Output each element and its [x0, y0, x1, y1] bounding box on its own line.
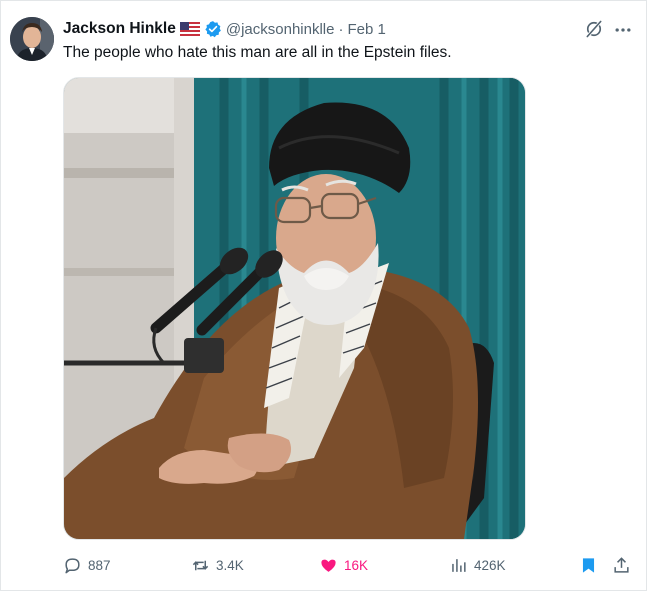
like-count: 16K: [344, 557, 369, 573]
reply-count: 887: [88, 557, 111, 573]
share-icon: [614, 556, 629, 573]
more-icon[interactable]: [613, 20, 633, 40]
repost-button[interactable]: 3.4K: [191, 554, 244, 576]
author-name[interactable]: Jackson Hinkle: [63, 20, 176, 38]
separator-dot: ·: [338, 20, 344, 38]
views-count: 426K: [474, 557, 506, 573]
like-icon: [321, 559, 336, 572]
share-button[interactable]: [612, 554, 631, 576]
tweet-date[interactable]: Feb 1: [347, 21, 385, 38]
views-button[interactable]: 426K: [449, 554, 506, 576]
verified-badge-icon[interactable]: [204, 20, 222, 38]
views-icon: [452, 558, 466, 572]
like-button[interactable]: 16K: [319, 554, 368, 576]
repost-icon: [192, 560, 209, 570]
tweet-card[interactable]: Jackson Hinkle @jacksonhinklle · Feb 1 T…: [0, 0, 647, 591]
bookmark-button[interactable]: [579, 554, 598, 576]
author-avatar[interactable]: [10, 17, 54, 61]
tweet-text: The people who hate this man are all in …: [63, 44, 452, 61]
grok-icon[interactable]: [584, 19, 604, 39]
us-flag-icon: [179, 22, 200, 36]
author-handle[interactable]: @jacksonhinklle: [226, 21, 335, 38]
bookmark-icon: [582, 557, 595, 573]
tweet-photo[interactable]: [63, 77, 526, 540]
reply-icon: [65, 557, 80, 573]
reply-button[interactable]: 887: [63, 554, 111, 576]
repost-count: 3.4K: [216, 557, 244, 573]
